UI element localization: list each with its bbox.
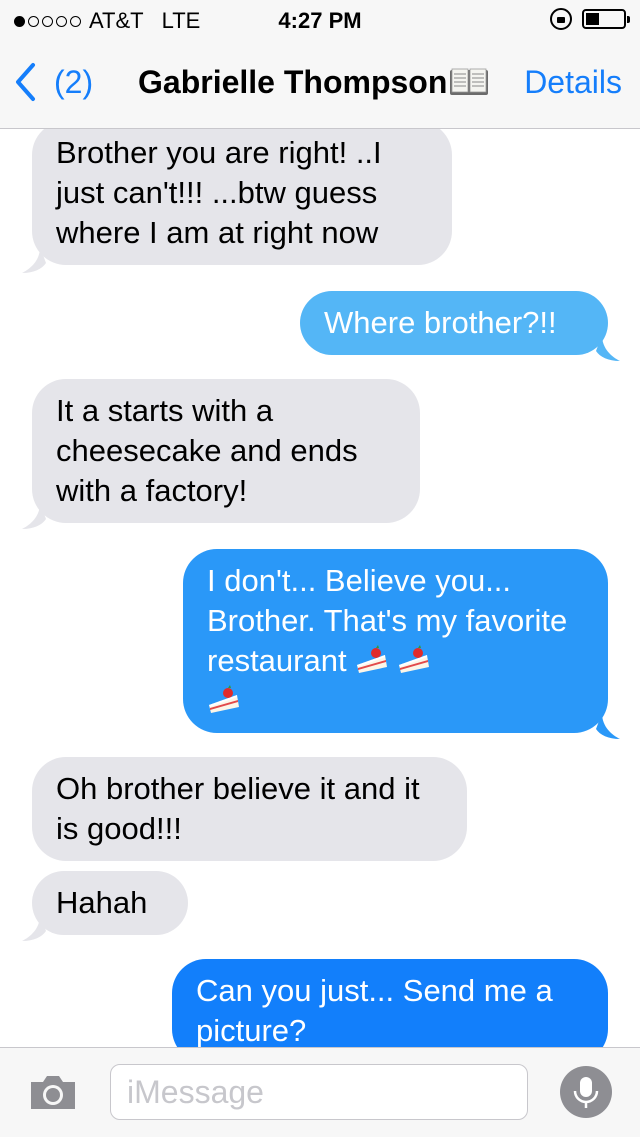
bubble-tail: [22, 915, 46, 941]
microphone-button[interactable]: [560, 1066, 612, 1118]
chevron-left-icon: [16, 63, 35, 101]
composer-bar: [0, 1047, 640, 1137]
shortcake-icon: [209, 685, 239, 713]
nav-bar: (2) Gabrielle Thompson Details: [0, 40, 640, 129]
status-time: 4:27 PM: [278, 8, 362, 33]
back-button[interactable]: (2): [14, 62, 93, 102]
details-button[interactable]: Details: [524, 64, 622, 101]
camera-icon[interactable]: [28, 1072, 78, 1112]
message-input[interactable]: [110, 1064, 528, 1120]
message-bubble-outgoing[interactable]: Can you just... Send me a picture?: [172, 959, 608, 1047]
message-text: Where brother?!!: [324, 305, 557, 340]
message-text: Brother you are right! ..I just can't!!!…: [56, 135, 382, 250]
bubble-tail: [596, 713, 620, 739]
battery-level: [586, 13, 599, 25]
open-book-icon: [450, 68, 489, 95]
back-count: (2): [54, 63, 94, 100]
message-bubble-incoming[interactable]: It a starts with a cheesecake and ends w…: [32, 379, 420, 523]
rotation-lock-icon: [550, 8, 572, 30]
message-text: Hahah: [56, 885, 148, 920]
shortcake-icon: [399, 645, 430, 673]
message-text: It a starts with a cheesecake and ends w…: [56, 393, 358, 508]
message-bubble-incoming[interactable]: Hahah: [32, 871, 188, 935]
contact-name[interactable]: Gabrielle Thompson: [138, 64, 489, 101]
microphone-icon: [573, 1077, 599, 1108]
status-bar: AT&T LTE 4:27 PM: [0, 0, 640, 40]
message-text: Can you just... Send me a picture?: [196, 973, 553, 1047]
status-right: [550, 8, 630, 30]
bubble-tail: [22, 503, 46, 529]
message-bubble-incoming[interactable]: Brother you are right! ..I just can't!!!…: [32, 129, 452, 265]
message-bubble-outgoing[interactable]: I don't... Believe you... Brother. That'…: [183, 549, 608, 733]
message-text: Oh brother believe it and it is good!!!: [56, 771, 420, 846]
bubble-tail: [596, 335, 620, 361]
message-list[interactable]: Brother you are right! ..I just can't!!!…: [0, 129, 640, 1047]
shortcake-icon: [357, 645, 388, 673]
message-bubble-incoming[interactable]: Oh brother believe it and it is good!!!: [32, 757, 467, 861]
bubble-tail: [22, 247, 46, 273]
contact-name-text: Gabrielle Thompson: [138, 64, 448, 100]
battery-icon: [582, 9, 630, 29]
message-bubble-outgoing[interactable]: Where brother?!!: [300, 291, 608, 355]
